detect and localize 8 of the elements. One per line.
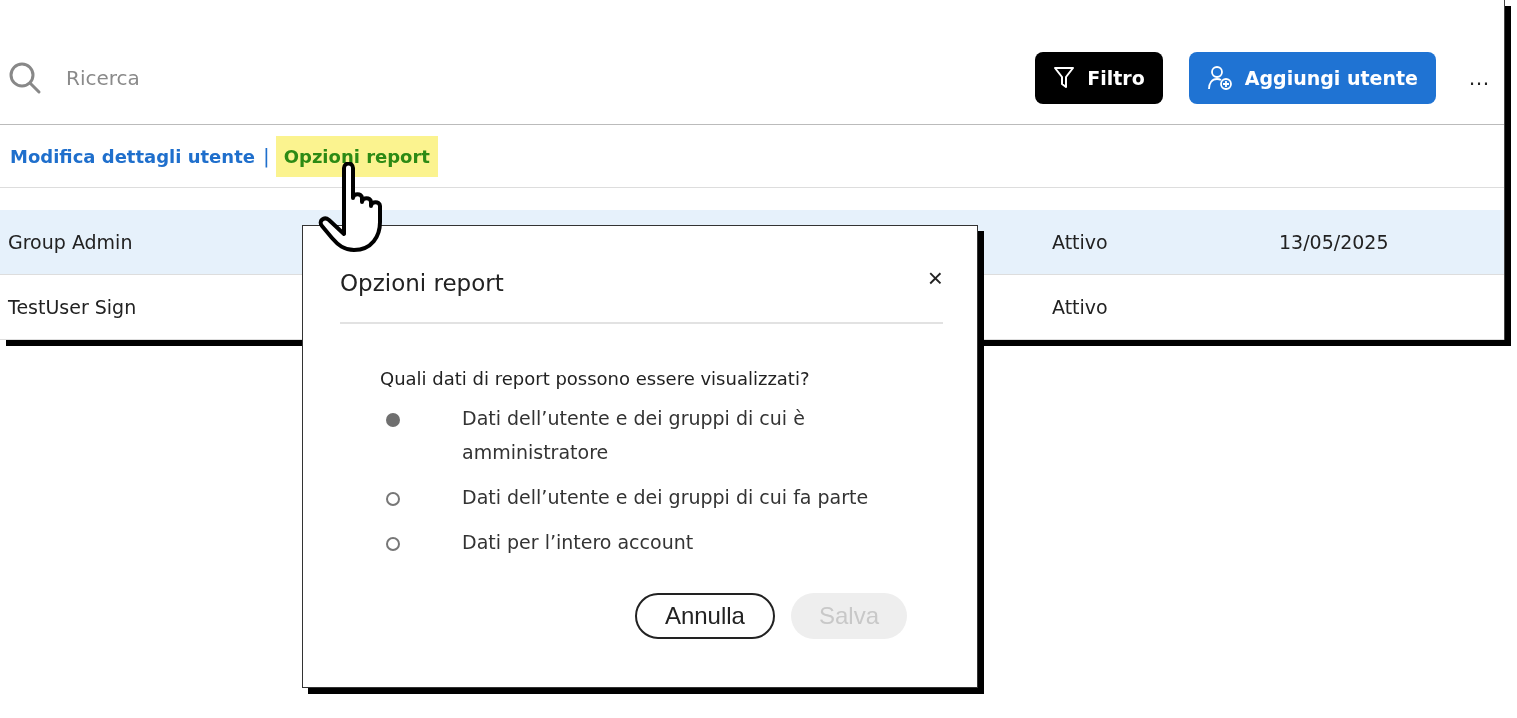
status-cell-text: Attivo xyxy=(1052,296,1109,318)
name-cell-text: TestUser Sign xyxy=(7,296,138,318)
separator: | xyxy=(261,144,271,168)
status-cell-text: Attivo xyxy=(1052,231,1109,253)
question-text: Quali dati di report possono essere visualizzati? xyxy=(380,368,811,389)
date-cell-text: 13/05/2025 xyxy=(1279,231,1390,253)
dialog-title: Opzioni report xyxy=(340,269,504,296)
name-cell-text: Group Admin xyxy=(7,231,134,253)
